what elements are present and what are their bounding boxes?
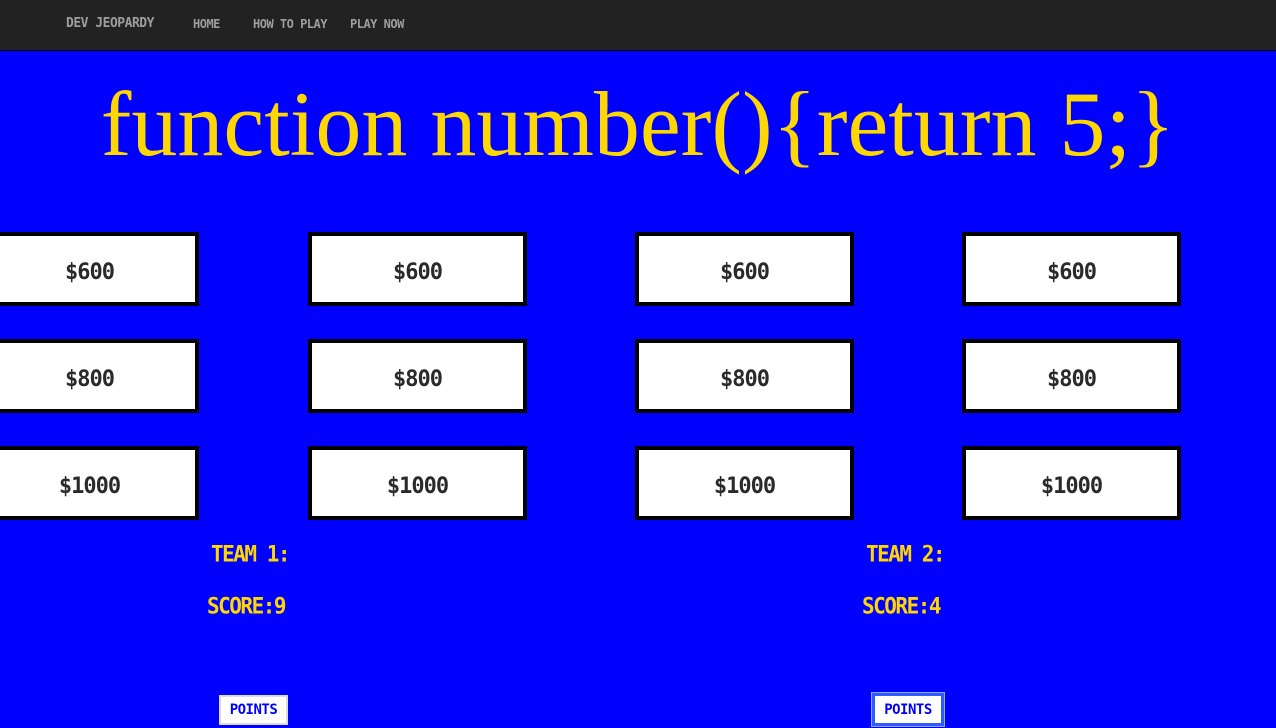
nav-link-how-to-play[interactable]: HOW TO PLAY [253,17,327,31]
team-2-score: SCORE:4 [862,593,942,619]
team-1-name: TEAM 1: [211,541,291,567]
board-tile[interactable]: $800 [0,339,199,413]
board-tile[interactable]: $1000 [635,446,854,520]
tile-value: $800 [720,366,770,392]
board-tile[interactable]: $1000 [0,446,199,520]
board-tile[interactable]: $800 [635,339,854,413]
board-tile[interactable]: $600 [635,232,854,306]
tile-value: $800 [65,366,115,392]
team-2-points-button[interactable]: POINTS [871,692,945,727]
tile-value: $1000 [58,473,121,499]
nav-brand[interactable]: DEV JEOPARDY [66,16,154,31]
board-tile[interactable]: $600 [962,232,1181,306]
team-1-score: SCORE:9 [207,593,287,619]
tile-value: $600 [1047,259,1097,285]
tile-value: $800 [1047,366,1097,392]
team-1-points-button[interactable]: POINTS [219,695,288,725]
nav-link-home[interactable]: HOME [193,17,220,31]
board-tile[interactable]: $600 [308,232,527,306]
tile-value: $600 [393,259,443,285]
tile-value: $600 [720,259,770,285]
board-tile[interactable]: $1000 [962,446,1181,520]
board-tile[interactable]: $600 [0,232,199,306]
board-tile[interactable]: $1000 [308,446,527,520]
top-navbar: DEV JEOPARDY HOME HOW TO PLAY PLAY NOW [0,0,1276,51]
question-text: function number(){return 5;} [100,73,1176,175]
tile-value: $600 [65,259,115,285]
team-2-name: TEAM 2: [866,541,946,567]
nav-link-play-now[interactable]: PLAY NOW [350,17,404,31]
board-tile[interactable]: $800 [308,339,527,413]
tile-value: $1000 [1040,473,1103,499]
tile-value: $1000 [386,473,449,499]
tile-value: $1000 [713,473,776,499]
tile-value: $800 [393,366,443,392]
board-tile[interactable]: $800 [962,339,1181,413]
